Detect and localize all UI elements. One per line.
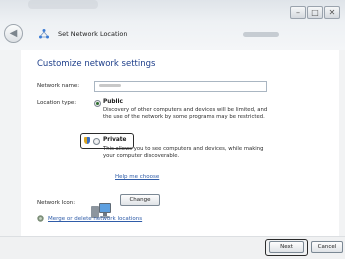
wizard-title: Set Network Location [58,30,128,38]
page-heading: Customize network settings [37,59,156,69]
network-icon-label: Network Icon: [37,200,76,206]
window-titlebar: – □ ✕ ◀ Set Network Location [0,0,345,50]
private-description-line1: This allows you to see computers and dev… [103,146,264,152]
help-me-choose-link[interactable]: Help me choose [115,174,159,180]
public-radio[interactable] [94,100,101,107]
private-description-line2: your computer discoverable. [103,153,180,159]
back-arrow-icon[interactable]: ◀ [4,24,23,43]
title-text-blurred [28,0,98,9]
minimize-button[interactable]: – [290,6,306,19]
change-button[interactable]: Change [120,194,160,206]
merge-delete-link[interactable]: Merge or delete network locations [48,216,142,222]
public-option-label[interactable]: Public [103,99,123,105]
network-icon [39,29,49,39]
title-detail-blurred [243,32,279,37]
uac-shield-icon [84,137,90,144]
network-name-value-blurred [99,84,121,87]
public-description-line2: the use of the network by some programs … [103,114,265,120]
close-button[interactable]: ✕ [324,6,340,19]
private-radio[interactable] [93,138,100,145]
cancel-button[interactable]: Cancel [311,241,343,253]
network-name-label: Network name: [37,83,80,89]
private-option-label[interactable]: Private [103,137,127,143]
location-type-label: Location type: [37,100,77,106]
content-panel: Customize network settings Network name:… [21,50,339,236]
maximize-button[interactable]: □ [307,6,323,19]
next-button[interactable]: Next [269,241,304,253]
network-name-field[interactable] [94,81,267,92]
merge-network-icon [37,215,44,222]
window-controls: – □ ✕ [290,6,340,19]
public-description-line1: Discovery of other computers and devices… [103,107,268,113]
